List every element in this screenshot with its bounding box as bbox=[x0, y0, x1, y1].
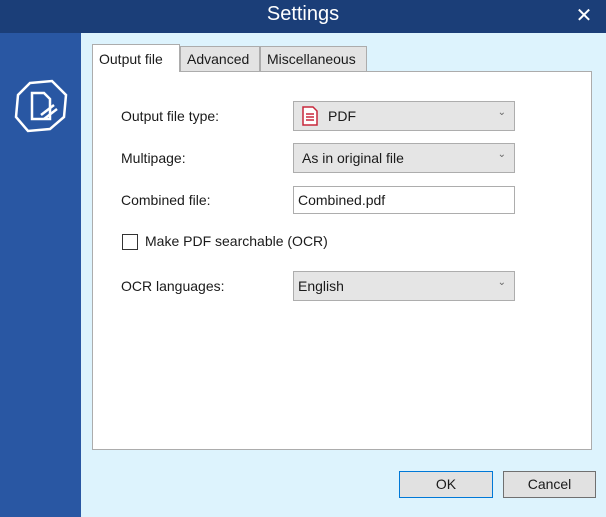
multipage-dropdown[interactable]: As in original file ⌄ bbox=[293, 143, 515, 173]
ocr-languages-label: OCR languages: bbox=[121, 278, 225, 294]
chevron-down-icon: ⌄ bbox=[497, 107, 506, 118]
pdf-file-icon bbox=[302, 106, 318, 126]
close-button[interactable]: ✕ bbox=[574, 5, 594, 27]
ok-button[interactable]: OK bbox=[399, 471, 493, 498]
cancel-button[interactable]: Cancel bbox=[503, 471, 596, 498]
tab-miscellaneous[interactable]: Miscellaneous bbox=[260, 46, 367, 71]
multipage-label: Multipage: bbox=[121, 150, 186, 166]
tab-advanced[interactable]: Advanced bbox=[180, 46, 260, 71]
chevron-down-icon: ⌄ bbox=[497, 277, 506, 288]
multipage-value: As in original file bbox=[302, 150, 404, 166]
document-octagon-icon bbox=[14, 79, 68, 133]
title-bar: Settings ✕ bbox=[0, 0, 606, 33]
window-title: Settings bbox=[266, 3, 340, 25]
combined-file-label: Combined file: bbox=[121, 192, 211, 208]
chevron-down-icon: ⌄ bbox=[497, 149, 506, 160]
output-file-type-label: Output file type: bbox=[121, 108, 220, 124]
ocr-checkbox-label[interactable]: Make PDF searchable (OCR) bbox=[145, 233, 328, 249]
output-file-panel: Output file type: PDF ⌄ Multipage: As in… bbox=[92, 71, 592, 450]
close-icon: ✕ bbox=[575, 5, 593, 27]
combined-file-input[interactable]: Combined.pdf bbox=[293, 186, 515, 214]
ocr-checkbox[interactable] bbox=[122, 234, 138, 250]
output-file-type-value: PDF bbox=[328, 108, 356, 124]
ocr-languages-value: English bbox=[298, 278, 344, 294]
sidebar bbox=[0, 33, 81, 517]
tab-output-file[interactable]: Output file bbox=[92, 44, 180, 72]
ocr-languages-dropdown[interactable]: English ⌄ bbox=[293, 271, 515, 301]
output-file-type-dropdown[interactable]: PDF ⌄ bbox=[293, 101, 515, 131]
